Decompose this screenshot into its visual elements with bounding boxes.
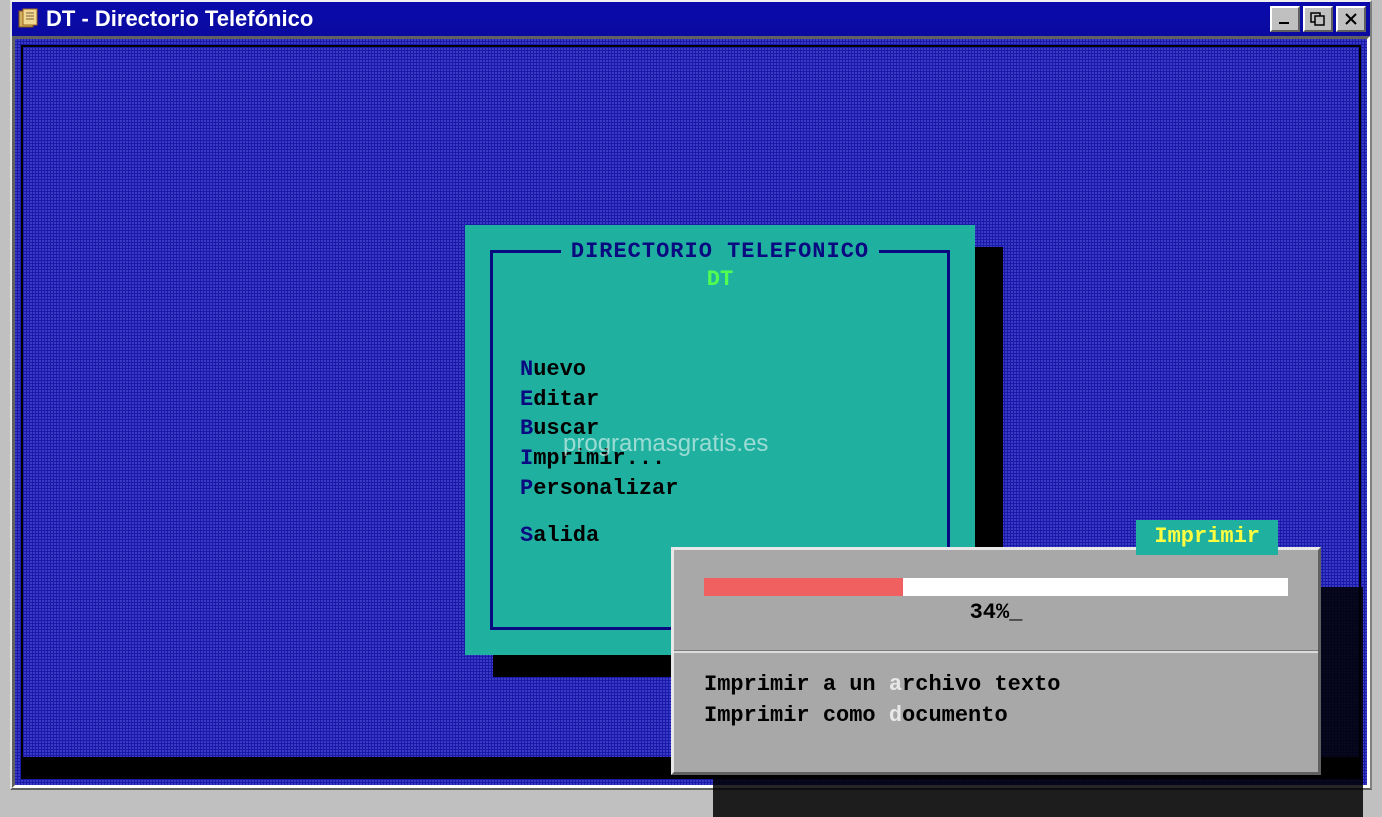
menu-item-editar[interactable]: Editar bbox=[520, 385, 678, 415]
app-icon bbox=[16, 7, 40, 31]
menu-item-nuevo[interactable]: Nuevo bbox=[520, 355, 678, 385]
print-dialog: Imprimir 34%_ Imprimir a un archivo text… bbox=[671, 547, 1321, 775]
close-button[interactable] bbox=[1336, 6, 1366, 32]
menu-items: Nuevo Editar Buscar Imprimir... Personal… bbox=[520, 355, 678, 551]
option-print-document[interactable]: Imprimir como documento bbox=[704, 701, 1060, 732]
maximize-button[interactable] bbox=[1303, 6, 1333, 32]
menu-item-imprimir[interactable]: Imprimir... bbox=[520, 444, 678, 474]
progress-fill bbox=[704, 578, 903, 596]
app-window: DT - Directorio Telefónico bbox=[10, 0, 1372, 790]
title-bar[interactable]: DT - Directorio Telefónico bbox=[12, 2, 1370, 36]
minimize-button[interactable] bbox=[1270, 6, 1300, 32]
menu-item-buscar[interactable]: Buscar bbox=[520, 414, 678, 444]
window-title: DT - Directorio Telefónico bbox=[46, 6, 1270, 32]
menu-item-personalizar[interactable]: Personalizar bbox=[520, 474, 678, 504]
dos-screen: DIRECTORIO TELEFONICO DT Nuevo Editar Bu… bbox=[21, 45, 1361, 779]
window-controls bbox=[1270, 6, 1366, 32]
option-print-text-file[interactable]: Imprimir a un archivo texto bbox=[704, 670, 1060, 701]
dialog-divider bbox=[674, 650, 1318, 653]
menu-subtitle: DT bbox=[465, 267, 975, 292]
menu-item-salida[interactable]: Salida bbox=[520, 521, 678, 551]
dialog-title: Imprimir bbox=[1136, 520, 1278, 555]
client-area: DIRECTORIO TELEFONICO DT Nuevo Editar Bu… bbox=[12, 36, 1370, 788]
progress-label: 34%_ bbox=[674, 600, 1318, 625]
dialog-options: Imprimir a un archivo texto Imprimir com… bbox=[704, 670, 1060, 732]
progress-bar bbox=[704, 578, 1288, 596]
menu-title: DIRECTORIO TELEFONICO bbox=[465, 239, 975, 264]
